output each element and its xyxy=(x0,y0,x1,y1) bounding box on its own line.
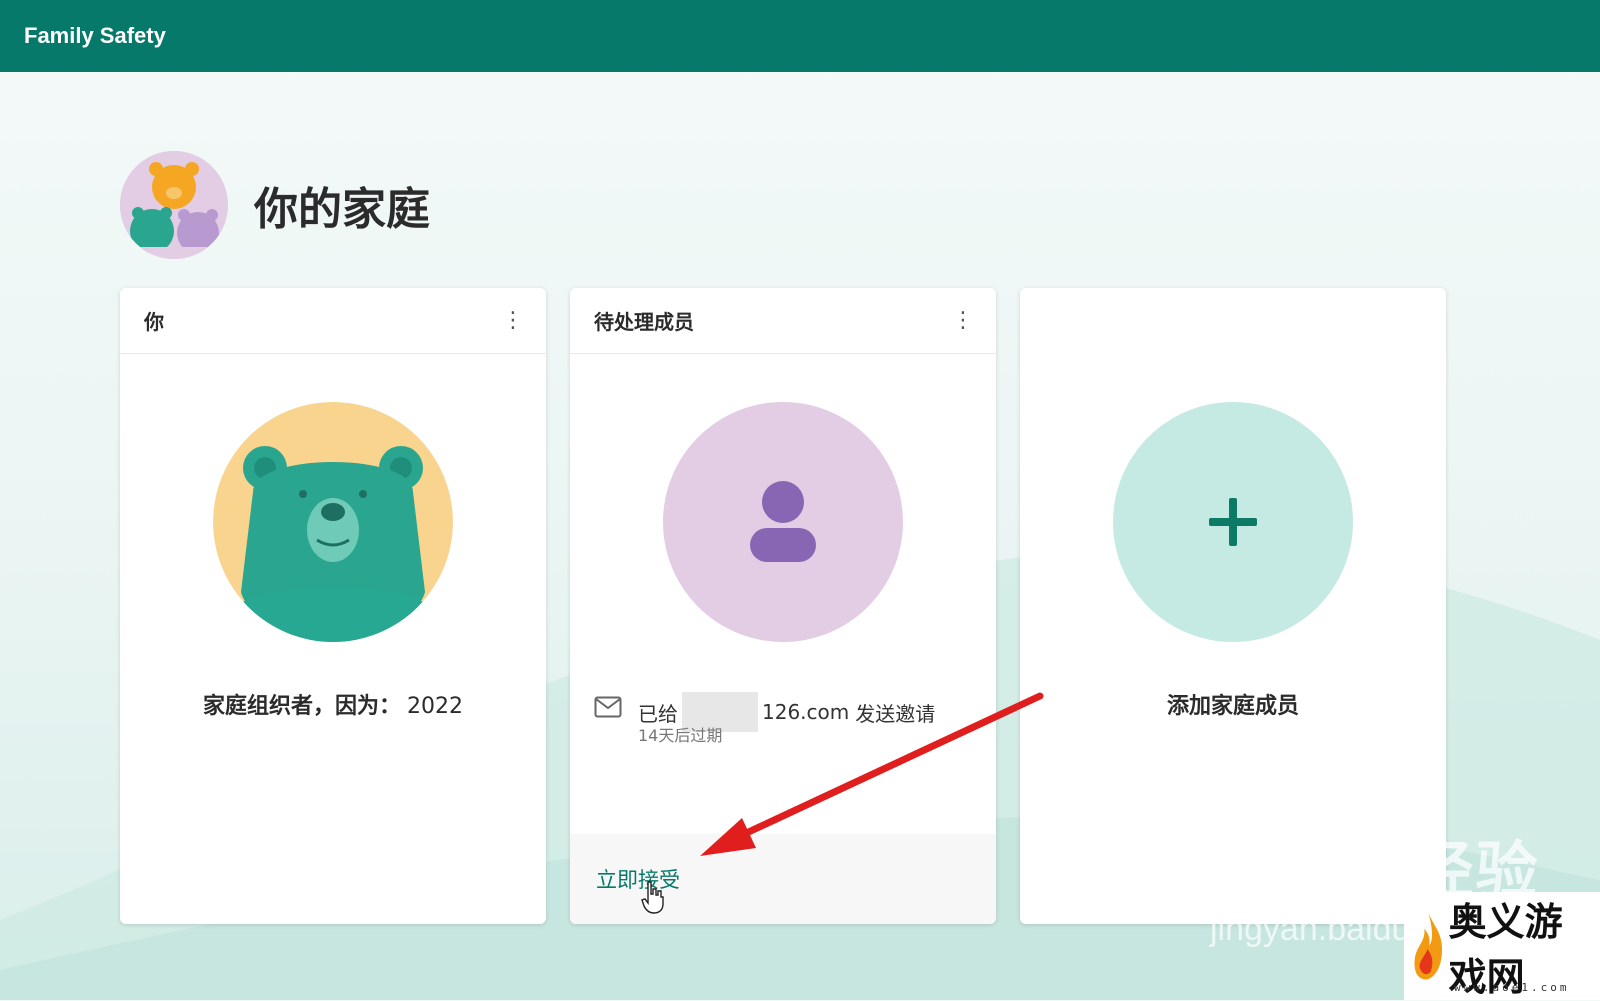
corner-logo: 奥义游戏网 www.aoe1.com xyxy=(1404,892,1600,1000)
more-vertical-icon[interactable]: ⋮ xyxy=(952,309,974,332)
page-title: 你的家庭 xyxy=(254,184,430,236)
person-icon xyxy=(750,481,816,562)
invite-email-domain: 126.com xyxy=(762,700,850,724)
top-bar: Family Safety xyxy=(0,0,1600,72)
hand-cursor-icon xyxy=(641,881,664,914)
plus-icon xyxy=(1209,498,1257,546)
invite-info: 已给 126.com 发送邀请 14天后过期 xyxy=(594,692,935,746)
more-vertical-icon[interactable]: ⋮ xyxy=(502,309,524,332)
bear-icon xyxy=(213,402,453,642)
accept-now-link[interactable]: 立即接受 xyxy=(596,864,680,894)
user-avatar xyxy=(213,402,453,642)
corner-logo-url: www.aoe1.com xyxy=(1454,981,1570,994)
card-pending-footer: 立即接受 xyxy=(570,834,996,924)
bears-family-icon xyxy=(120,151,228,260)
role-label: 家庭组织者，因为： xyxy=(202,694,401,719)
add-member-label[interactable]: 添加家庭成员 xyxy=(1020,688,1446,720)
add-member-circle[interactable] xyxy=(1113,402,1353,642)
card-pending: 待处理成员 ⋮ 已给 126.com 发送邀请 14天后过期 立即接受 xyxy=(570,288,996,924)
card-you-title: 你 xyxy=(144,310,164,334)
family-header: 你的家庭 xyxy=(120,144,430,267)
family-avatar xyxy=(120,151,228,260)
organizer-year: 2022 xyxy=(407,694,463,719)
card-pending-header: 待处理成员 ⋮ xyxy=(570,288,996,354)
mail-icon xyxy=(594,696,622,718)
invite-text: 已给 126.com 发送邀请 14天后过期 xyxy=(638,692,935,746)
invite-suffix: 发送邀请 xyxy=(855,701,936,726)
flame-logo-icon xyxy=(1414,912,1443,980)
card-you-header: 你 ⋮ xyxy=(120,288,546,354)
organizer-role: 家庭组织者，因为： 2022 xyxy=(120,688,546,720)
app-title: Family Safety xyxy=(24,23,166,48)
card-pending-title: 待处理成员 xyxy=(594,310,694,334)
pending-avatar xyxy=(663,402,903,642)
card-you: 你 ⋮ 家庭组织者，因为： 2022 xyxy=(120,288,546,924)
